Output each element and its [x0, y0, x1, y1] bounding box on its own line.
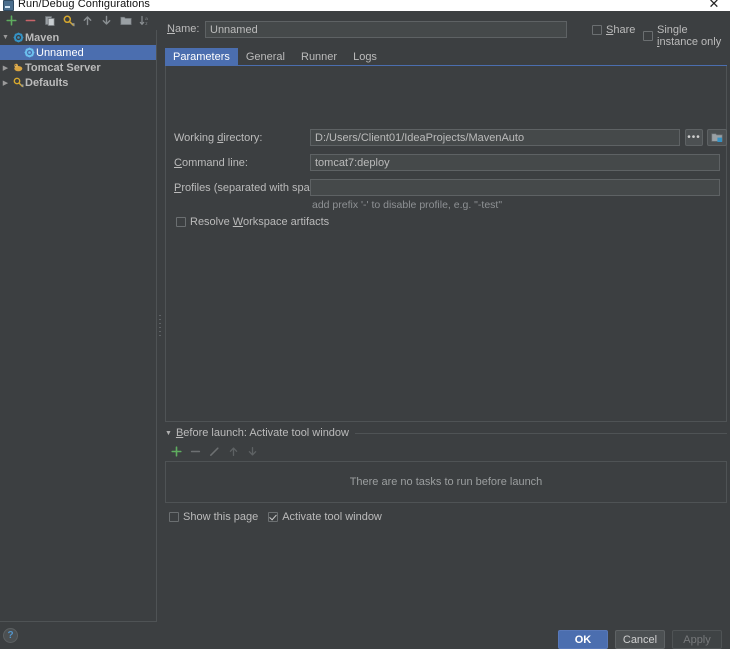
tree-item-maven[interactable]: ▼ Maven — [0, 30, 156, 45]
apply-button[interactable]: Apply — [672, 630, 722, 649]
chevron-down-icon[interactable]: ▼ — [0, 34, 11, 41]
tab-parameters[interactable]: Parameters — [165, 48, 238, 65]
configurations-tree[interactable]: ▼ Maven Unnamed ▶ Tomcat Server ▶ Defaul… — [0, 30, 157, 622]
chevron-right-icon[interactable]: ▶ — [0, 64, 11, 72]
browse-directory-button[interactable]: ••• — [685, 129, 703, 146]
before-launch-options: Show this page Activate tool window — [169, 511, 382, 523]
tree-item-label: Tomcat Server — [25, 61, 101, 74]
sort-az-icon[interactable]: a z — [136, 12, 153, 29]
tomcat-icon — [11, 62, 25, 73]
pencil-icon[interactable] — [207, 444, 222, 459]
show-this-page-label: Show this page — [183, 511, 259, 523]
resolve-workspace-artifacts-checkbox[interactable]: Resolve Workspace artifacts — [176, 216, 329, 228]
window-title: Run/Debug Configurations — [18, 0, 151, 10]
parameters-panel: Working directory: ••• Command line: Pro… — [165, 66, 727, 422]
copy-icon[interactable] — [41, 12, 58, 29]
cancel-button[interactable]: Cancel — [615, 630, 665, 649]
working-directory-label: Working directory: — [174, 132, 263, 144]
name-label: Name: — [167, 23, 200, 35]
configurations-toolbar: a z — [0, 11, 160, 30]
add-task-button[interactable] — [169, 444, 184, 459]
tab-general[interactable]: General — [238, 48, 293, 65]
empty-tasks-message: There are no tasks to run before launch — [349, 476, 543, 488]
single-instance-checkbox[interactable]: Single instance only — [643, 24, 727, 48]
checkbox-box — [169, 512, 179, 522]
remove-configuration-button[interactable] — [22, 12, 39, 29]
task-move-down-button[interactable] — [245, 444, 260, 459]
command-line-input[interactable] — [310, 154, 720, 171]
before-launch-title: Before launch: Activate tool window — [175, 427, 349, 439]
share-checkbox[interactable]: Share — [592, 24, 635, 36]
chevron-down-icon[interactable]: ▼ — [165, 430, 172, 437]
remove-task-button[interactable] — [188, 444, 203, 459]
configuration-editor: Name: Share Single instance only Paramet… — [163, 11, 730, 622]
folder-icon[interactable] — [117, 12, 134, 29]
working-directory-input[interactable] — [310, 129, 680, 146]
help-button[interactable]: ? — [3, 628, 18, 643]
tab-runner[interactable]: Runner — [293, 48, 345, 65]
tab-logs[interactable]: Logs — [345, 48, 385, 65]
checkbox-box — [176, 217, 186, 227]
editor-tabs[interactable]: Parameters General Runner Logs — [165, 48, 727, 65]
activate-tool-window-label: Activate tool window — [282, 511, 382, 523]
profiles-label: Profiles (separated with space): — [174, 182, 329, 194]
name-input[interactable] — [205, 21, 567, 38]
command-line-label: Command line: — [174, 157, 248, 169]
chevron-right-icon[interactable]: ▶ — [0, 79, 11, 87]
tree-item-label: Defaults — [25, 76, 69, 89]
arrow-up-icon[interactable] — [79, 12, 96, 29]
profiles-input[interactable] — [310, 179, 720, 196]
add-configuration-button[interactable] — [3, 12, 20, 29]
name-row: Name: Share Single instance only — [165, 21, 727, 48]
svg-text:z: z — [145, 21, 148, 26]
before-launch-header[interactable]: ▼ Before launch: Activate tool window — [165, 426, 727, 440]
checkbox-box — [268, 512, 279, 522]
checkbox-box — [592, 25, 602, 35]
window-titlebar: Run/Debug Configurations ✕ — [0, 0, 730, 11]
ide-window-icon — [3, 0, 14, 11]
checkbox-box — [643, 31, 653, 41]
tree-item-tomcat-server[interactable]: ▶ Tomcat Server — [0, 60, 156, 75]
dialog-body: a z ▼ Maven Unnamed ▶ Tomcat Server ▶ De… — [0, 11, 730, 649]
arrow-down-icon[interactable] — [98, 12, 115, 29]
tree-item-label: Unnamed — [36, 46, 84, 59]
wrench-config-icon[interactable] — [60, 12, 77, 29]
activate-tool-window-checkbox[interactable]: Activate tool window — [268, 511, 382, 523]
tree-item-defaults[interactable]: ▶ Defaults — [0, 75, 156, 90]
section-divider — [355, 432, 727, 434]
splitter-grip — [159, 315, 161, 337]
ok-button[interactable]: OK — [558, 630, 608, 649]
tree-item-label: Maven — [25, 31, 60, 44]
close-icon[interactable]: ✕ — [706, 0, 722, 11]
before-launch-toolbar — [169, 443, 260, 459]
tree-item-unnamed[interactable]: Unnamed — [0, 45, 156, 60]
before-launch-task-list[interactable]: There are no tasks to run before launch — [165, 461, 727, 503]
show-this-page-checkbox[interactable]: Show this page — [169, 511, 258, 523]
maven-gear-icon — [11, 32, 25, 43]
single-instance-label: Single instance only — [657, 24, 722, 48]
profiles-hint: add prefix '-' to disable profile, e.g. … — [312, 199, 503, 211]
module-folder-icon[interactable] — [707, 129, 727, 146]
resolve-workspace-artifacts-label: Resolve Workspace artifacts — [190, 216, 330, 228]
task-move-up-button[interactable] — [226, 444, 241, 459]
maven-gear-icon — [22, 47, 36, 58]
share-label: Share — [606, 24, 636, 36]
defaults-icon — [11, 77, 25, 88]
